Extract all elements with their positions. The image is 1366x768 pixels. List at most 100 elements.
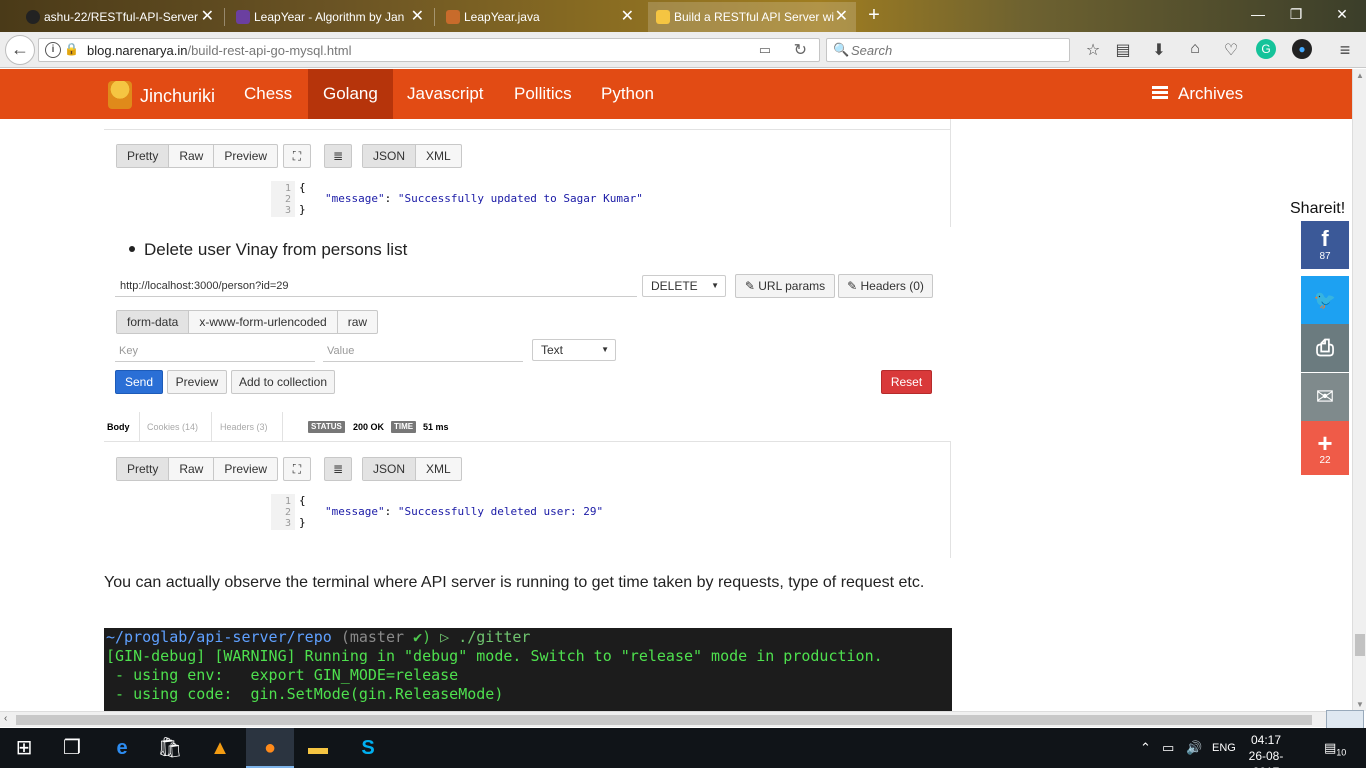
insecure-lock-icon[interactable]: 🔒: [64, 42, 79, 56]
battery-icon[interactable]: ▭: [1162, 728, 1174, 768]
browser-tab-rest-api[interactable]: Build a RESTful API Server wi ✕: [648, 2, 856, 32]
start-icon[interactable]: ⊞: [0, 728, 48, 768]
notification-center-icon[interactable]: ▤10: [1324, 728, 1346, 768]
nav-javascript[interactable]: Javascript: [392, 69, 499, 119]
wrap-lines-icon[interactable]: ≣: [324, 144, 352, 168]
browser-tab-github[interactable]: ashu-22/RESTful-API-Server ✕: [18, 2, 222, 32]
reading-list-icon[interactable]: ▤: [1112, 40, 1134, 60]
request-url-input[interactable]: http://localhost:3000/person?id=29: [115, 275, 637, 297]
home-icon[interactable]: ⌂: [1184, 40, 1206, 58]
close-icon[interactable]: ✕: [835, 2, 848, 32]
send-button[interactable]: Send: [115, 370, 163, 394]
volume-icon[interactable]: 🔊: [1186, 728, 1202, 768]
expand-icon[interactable]: ⛶: [283, 457, 311, 481]
close-window-button[interactable]: ✕: [1332, 6, 1352, 23]
tab-headers[interactable]: Headers (3): [217, 412, 283, 442]
scroll-thumb[interactable]: [16, 715, 1312, 725]
file-explorer-icon[interactable]: ▬: [294, 728, 342, 768]
edge-icon[interactable]: e: [98, 728, 146, 768]
info-icon[interactable]: i: [45, 42, 61, 58]
close-icon[interactable]: ✕: [411, 2, 424, 32]
preview-button[interactable]: Preview: [214, 145, 277, 167]
method-select[interactable]: DELETE ▼: [642, 275, 726, 297]
archives-link[interactable]: Archives: [1152, 69, 1243, 119]
address-bar[interactable]: i 🔒 blog.narenarya.in/build-rest-api-go-…: [38, 38, 820, 62]
grammarly-icon[interactable]: G: [1256, 39, 1276, 59]
line-gutter: 1 2 3: [271, 494, 295, 530]
browser-tab-leapyear-algorithm[interactable]: LeapYear - Algorithm by Jan ✕: [228, 2, 432, 32]
reload-icon[interactable]: ↻: [794, 40, 807, 60]
pretty-button[interactable]: Pretty: [117, 145, 170, 167]
tray-chevron-icon[interactable]: ⌃: [1140, 728, 1151, 768]
download-icon[interactable]: ⬇: [1148, 40, 1170, 60]
scroll-down-icon[interactable]: ▼: [1356, 700, 1364, 709]
xml-button[interactable]: XML: [416, 458, 461, 480]
raw-body-button[interactable]: raw: [338, 311, 377, 333]
star-icon[interactable]: ☆: [1082, 40, 1104, 60]
skype-icon[interactable]: S: [344, 728, 392, 768]
share-count: 22: [1319, 455, 1331, 466]
urlencoded-button[interactable]: x-www-form-urlencoded: [189, 311, 338, 333]
nav-golang[interactable]: Golang: [308, 69, 393, 119]
key-input[interactable]: Key: [115, 340, 315, 362]
scroll-left-icon[interactable]: ‹: [4, 713, 7, 724]
facebook-share-button[interactable]: f 87: [1301, 221, 1349, 269]
scroll-thumb[interactable]: [1355, 634, 1365, 656]
horizontal-scrollbar[interactable]: ‹: [0, 711, 1352, 727]
system-clock[interactable]: 04:17 26-08-2017: [1236, 732, 1296, 768]
raw-button[interactable]: Raw: [169, 145, 215, 167]
extension-icon[interactable]: ●: [1292, 39, 1312, 59]
naruto-avatar[interactable]: [108, 81, 132, 109]
close-icon[interactable]: ✕: [621, 2, 634, 32]
headers-button[interactable]: ✎ Headers (0): [838, 274, 933, 298]
print-share-button[interactable]: ⎙: [1301, 324, 1349, 372]
twitter-share-button[interactable]: 🐦: [1301, 276, 1349, 324]
tab-body[interactable]: Body: [104, 412, 140, 442]
type-select[interactable]: Text ▼: [532, 339, 616, 361]
json-button[interactable]: JSON: [363, 458, 417, 480]
url-text[interactable]: blog.narenarya.in/build-rest-api-go-mysq…: [87, 43, 351, 58]
edit-icon: ✎: [744, 279, 759, 293]
xml-button[interactable]: XML: [416, 145, 461, 167]
language-indicator[interactable]: ENG: [1212, 728, 1236, 768]
form-data-button[interactable]: form-data: [117, 311, 190, 333]
json-button[interactable]: JSON: [363, 145, 417, 167]
line-number: 2: [284, 194, 291, 205]
nav-pollitics[interactable]: Pollitics: [499, 69, 587, 119]
site-brand[interactable]: Jinchuriki: [140, 86, 215, 107]
email-share-button[interactable]: ✉: [1301, 373, 1349, 421]
search-input[interactable]: [851, 41, 1061, 59]
scroll-up-icon[interactable]: ▲: [1356, 71, 1364, 80]
status-badge: STATUS: [308, 421, 345, 433]
more-share-button[interactable]: + 22: [1301, 421, 1349, 475]
vlc-icon[interactable]: ▲: [196, 728, 244, 768]
minimize-button[interactable]: —: [1248, 6, 1268, 22]
value-input[interactable]: Value: [323, 340, 523, 362]
new-tab-button[interactable]: +: [864, 4, 884, 27]
expand-icon[interactable]: ⛶: [283, 144, 311, 168]
pretty-button[interactable]: Pretty: [117, 458, 170, 480]
maximize-button[interactable]: ❐: [1286, 6, 1306, 23]
store-icon[interactable]: 🛍: [146, 728, 194, 768]
preview-request-button[interactable]: Preview: [167, 370, 227, 394]
add-to-collection-button[interactable]: Add to collection: [231, 370, 335, 394]
wrap-lines-icon[interactable]: ≣: [324, 457, 352, 481]
vertical-scrollbar[interactable]: ▲ ▼: [1352, 69, 1366, 711]
back-button[interactable]: ←: [5, 35, 35, 65]
menu-icon[interactable]: ≡: [1334, 40, 1356, 61]
browser-tab-leapyear-java[interactable]: LeapYear.java ✕: [438, 2, 642, 32]
search-box[interactable]: 🔍: [826, 38, 1070, 62]
firefox-icon[interactable]: ●: [246, 728, 294, 768]
nav-chess[interactable]: Chess: [229, 69, 307, 119]
reader-view-icon[interactable]: ▭: [759, 42, 771, 58]
reset-button[interactable]: Reset: [881, 370, 932, 394]
tab-title: ashu-22/RESTful-API-Server: [44, 10, 199, 24]
task-view-icon[interactable]: ❐: [48, 728, 96, 768]
preview-button[interactable]: Preview: [214, 458, 277, 480]
raw-button[interactable]: Raw: [169, 458, 215, 480]
close-icon[interactable]: ✕: [201, 2, 214, 32]
pocket-icon[interactable]: ♡: [1220, 40, 1242, 60]
url-params-button[interactable]: ✎ URL params: [735, 274, 835, 298]
nav-python[interactable]: Python: [586, 69, 669, 119]
tab-cookies[interactable]: Cookies (14): [144, 412, 212, 442]
